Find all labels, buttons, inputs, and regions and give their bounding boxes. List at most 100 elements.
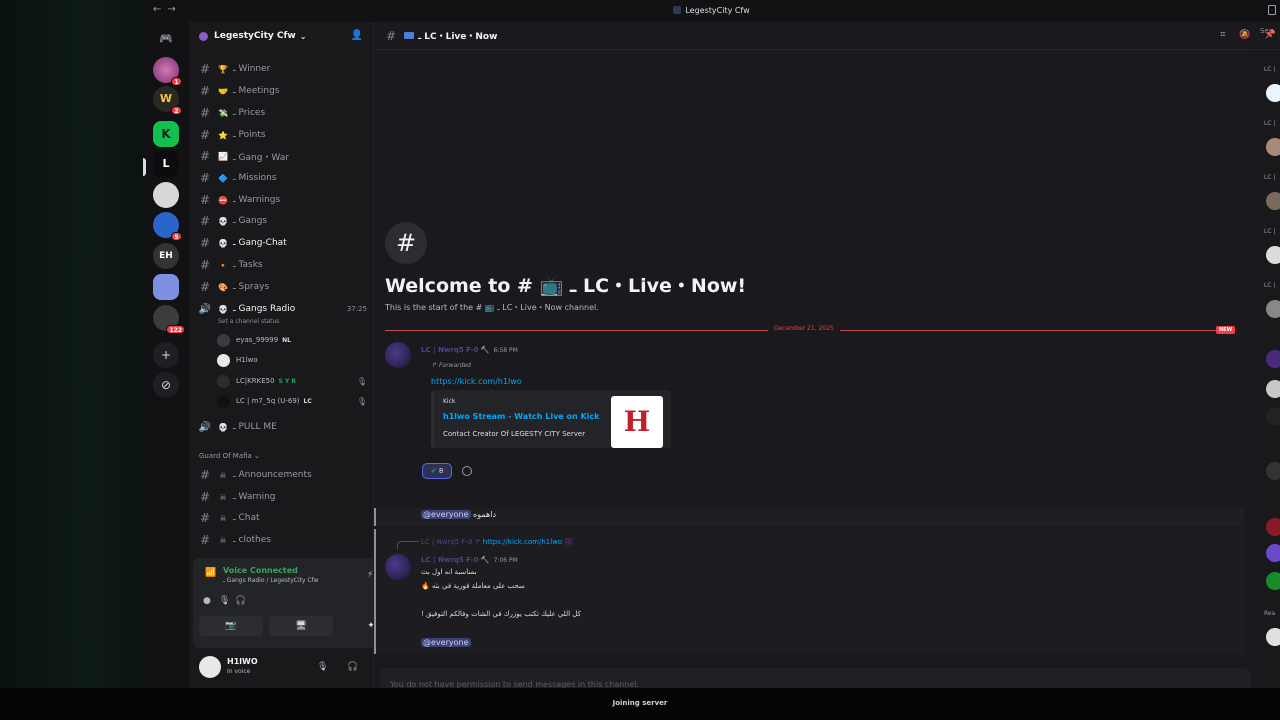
voice-avatar-icon: ● [203, 596, 211, 606]
channel-gangs[interactable]: # 💀 ـ Gangs [197, 211, 367, 231]
avatar[interactable] [385, 342, 411, 368]
message-content: @everyone [421, 638, 471, 647]
selected-pill [143, 158, 146, 176]
member-avatar[interactable] [1266, 246, 1280, 264]
add-server-icon[interactable]: + [153, 342, 179, 368]
channel-sprays[interactable]: # 🎨 ـ Sprays [197, 277, 367, 297]
member-avatar[interactable] [1266, 380, 1280, 398]
add-reaction-icon[interactable] [462, 466, 472, 476]
channel-status-hint[interactable]: Set a channel status [218, 318, 279, 325]
server-icon[interactable]: W2 [153, 86, 182, 115]
mic-muted-icon: 🎙 [219, 596, 231, 606]
reaction-check[interactable]: ✔ 8 [422, 463, 452, 479]
voice-user[interactable]: LC|KRKE50 S Y R 🎙 [217, 372, 367, 390]
voice-user[interactable]: H1lwo [217, 351, 367, 369]
avatar [217, 333, 230, 347]
category-guard-of-mafia[interactable]: Guard Of Mafia ⌄ [199, 452, 260, 460]
channel-sidebar: LegestyCity Cfw ⌄ 👤 # 🏆 ـ Winner # 🤝 ـ Meeti… [189, 22, 373, 688]
chevron-down-icon: ⌄ [299, 31, 307, 41]
activities-button[interactable]: ✦ [339, 616, 373, 636]
mic-icon[interactable]: 🎙 [317, 662, 328, 672]
server-icon[interactable] [153, 182, 179, 208]
discover-icon[interactable]: ⊘ [153, 372, 179, 398]
avatar[interactable] [199, 656, 221, 678]
message-line: كل اللي عليك تكتب يوزرك في الشات وفالكم … [421, 610, 581, 618]
voice-user[interactable]: eyas_99999 NL [217, 331, 367, 349]
channel-gang-chat[interactable]: # 💀 ـ Gang-Chat [197, 233, 367, 253]
server-icon[interactable]: 122 [153, 305, 185, 334]
channel-winner[interactable]: # 🏆 ـ Winner [197, 59, 367, 79]
deafen-icon: 🎧 [235, 596, 247, 606]
chat-area: # ـ LC・Live・Now ⌗ 🔕 📌 👥 # Welcome to # 📺… [373, 22, 1280, 688]
embed-thumbnail[interactable]: H [611, 396, 663, 448]
member-avatar[interactable] [1266, 192, 1280, 210]
welcome-hash-icon: # [385, 222, 427, 264]
channel-missions[interactable]: # 🔷 ـ Missions [197, 168, 367, 188]
avatar [217, 353, 230, 367]
message-link[interactable]: https://kick.com/h1lwo [431, 377, 522, 386]
channel-gang-war[interactable]: # 📈 ـ Gang・War [197, 146, 367, 166]
crossbones-icon: ☠ [219, 535, 227, 545]
signal-icon: 📶 [205, 568, 217, 578]
welcome-subtitle: This is the start of the # 📺 ـ LC・Live・N… [385, 303, 599, 312]
avatar[interactable] [385, 554, 411, 580]
channel-prices[interactable]: # 💸 ـ Prices [197, 103, 367, 123]
screen-share-button[interactable]: 🖥 [269, 616, 333, 636]
server-icon[interactable] [153, 274, 179, 300]
channel-tasks[interactable]: # 🔸 ـ Tasks [197, 255, 367, 275]
headphones-icon[interactable]: 🎧 [347, 662, 358, 672]
voice-channel-pull-me[interactable]: 🔊 💀 ـ PULL ME [197, 417, 367, 437]
member-avatar[interactable] [1266, 628, 1280, 646]
voice-panel: 📶 Voice Connected ـ Gangs Radio / Legest… [193, 558, 373, 648]
server-icon[interactable]: 1 [153, 57, 182, 86]
mic-muted-icon: 🎙 [356, 396, 367, 406]
threads-icon[interactable]: ⌗ [1220, 30, 1225, 40]
camera-button[interactable]: 📷 [199, 616, 263, 636]
member-avatar[interactable] [1266, 544, 1280, 562]
search-input[interactable]: Sea [1260, 27, 1273, 35]
server-icon[interactable]: EH [153, 243, 179, 269]
member-avatar[interactable] [1266, 408, 1280, 426]
message-author[interactable]: LC | Nwrq5 F-0 🔨 7:06 PM [421, 556, 518, 564]
channel-points[interactable]: # ⭐ ـ Points [197, 125, 367, 145]
link-embed: Kick h1lwo Stream - Watch Live on Kick C… [431, 390, 671, 448]
channel-chat[interactable]: # ☠ ـ Chat [197, 508, 367, 528]
hash-icon: # [199, 511, 211, 525]
server-icon[interactable]: 5 [153, 212, 182, 241]
server-icon-legestycity[interactable]: L [153, 151, 179, 177]
message-author[interactable]: LC | Nwrq5 F-0 🔨 6:58 PM [421, 346, 518, 354]
member-avatar[interactable] [1266, 300, 1280, 318]
member-avatar[interactable] [1266, 572, 1280, 590]
voice-channel-gangs-radio[interactable]: 🔊 💀 ـ Gangs Radio 37:25 [197, 299, 367, 319]
voice-user[interactable]: LC | m7_5q (U-69) LC 🎙 [217, 392, 367, 410]
channel-announcements[interactable]: # ☠ ـ Announcements [197, 465, 367, 485]
mention-everyone[interactable]: @everyone [421, 638, 471, 647]
channel-meetings[interactable]: # 🤝 ـ Meetings [197, 81, 367, 101]
mention-everyone[interactable]: @everyone [421, 510, 471, 519]
mention-message-row [374, 529, 1244, 654]
crossbones-icon: ☠ [219, 470, 227, 480]
mention-message-row [374, 508, 1244, 526]
member-avatar[interactable] [1266, 138, 1280, 156]
member-avatar[interactable] [1266, 518, 1280, 536]
channel-clothes[interactable]: # ☠ ـ clothes [197, 530, 367, 550]
member-avatar[interactable] [1266, 350, 1280, 368]
notifications-muted-icon[interactable]: 🔕 [1239, 30, 1250, 40]
invite-icon[interactable]: 👤 [351, 30, 363, 41]
divider-date: December 21, 2025 [768, 325, 840, 332]
member-avatar[interactable] [1266, 462, 1280, 480]
channel-warnings[interactable]: # ⛔ ـ Warnings [197, 190, 367, 210]
member-avatar[interactable] [1266, 84, 1280, 102]
discord-icon[interactable]: 🎮 [153, 26, 179, 52]
reply-preview[interactable]: LC | Nwrq5 F-0 ↱ https://kick.com/h1lwo … [421, 538, 573, 546]
inbox-icon[interactable] [1268, 5, 1276, 15]
hash-icon: # [199, 258, 211, 272]
voice-icon: 🔊 [198, 303, 212, 315]
server-header[interactable]: LegestyCity Cfw ⌄ 👤 [189, 22, 373, 50]
channel-warning[interactable]: # ☠ ـ Warning [197, 487, 367, 507]
voice-icon: 🔊 [198, 421, 212, 433]
hash-icon: # [386, 28, 397, 43]
window-title: LegestyCity Cfw [143, 6, 1280, 15]
server-icon[interactable]: K [153, 121, 179, 147]
embed-title-link[interactable]: h1lwo Stream - Watch Live on Kick [443, 412, 600, 421]
